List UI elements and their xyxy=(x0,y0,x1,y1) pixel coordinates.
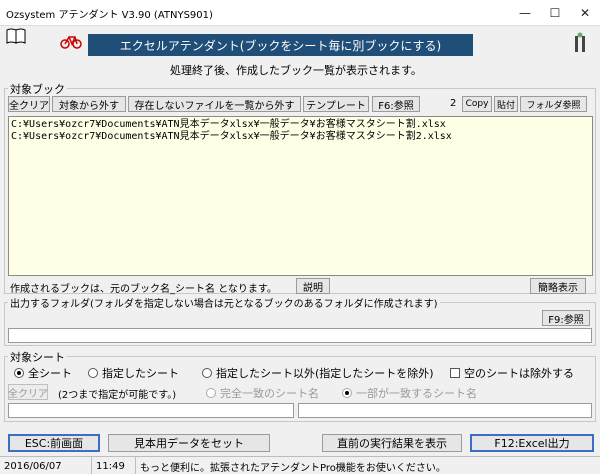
radio-partial-match[interactable]: 一部が一致するシート名 xyxy=(342,385,477,401)
status-date: 2016/06/07 xyxy=(0,457,92,474)
radio-exact-match[interactable]: 完全一致のシート名 xyxy=(206,385,319,401)
status-bar: 2016/06/07 11:49 もっと便利に。拡張されたアテンダントPro機能… xyxy=(0,456,600,474)
paste-button[interactable]: 貼付 xyxy=(494,96,518,112)
radio-except-sheets[interactable]: 指定したシート以外(指定したシートを除外) xyxy=(202,365,434,381)
close-icon: ✕ xyxy=(579,6,591,20)
target-sheet-label: 対象シート xyxy=(8,349,67,365)
sheet-name-input-1[interactable] xyxy=(8,403,294,418)
remove-target-button[interactable]: 対象から外す xyxy=(52,96,126,112)
f9-ref-button[interactable]: F9:参照 xyxy=(542,310,590,326)
radio-all-sheets-label: 全シート xyxy=(28,367,72,380)
radio-specified-dot xyxy=(88,368,98,378)
function-banner: エクセルアテンダント(ブックをシート毎に別ブックにする) xyxy=(88,34,473,56)
explain-button[interactable]: 説明 xyxy=(296,278,330,294)
exclude-empty-box xyxy=(450,368,460,378)
radio-except-dot xyxy=(202,368,212,378)
sheet-name-input-2[interactable] xyxy=(298,403,592,418)
radio-partial-dot xyxy=(342,388,352,398)
radio-exact-dot xyxy=(206,388,216,398)
radio-exact-label: 完全一致のシート名 xyxy=(220,387,319,400)
minimize-icon: — xyxy=(519,6,531,20)
set-sample-data-button[interactable]: 見本用データをセット xyxy=(108,434,270,452)
status-message: もっと便利に。拡張されたアテンダントPro機能をお使いください。 xyxy=(140,462,446,474)
radio-specified-label: 指定したシート xyxy=(102,367,179,380)
window-title: Ozsystem アテンダント V3.90 (ATNYS901) xyxy=(6,10,213,21)
figure-icon[interactable] xyxy=(572,32,588,57)
book-icon[interactable] xyxy=(6,28,26,47)
file-list[interactable]: C:¥Users¥ozcr7¥Documents¥ATN見本データxlsx¥一般… xyxy=(8,116,593,276)
title-bar: Ozsystem アテンダント V3.90 (ATNYS901) — ☐ ✕ xyxy=(0,0,600,26)
output-folder-label: 出力するフォルダ(フォルダを指定しない場合は元となるブックのあるフォルダに作成さ… xyxy=(8,295,440,310)
exclude-empty-label: 空のシートは除外する xyxy=(464,367,574,380)
template-button[interactable]: テンプレート xyxy=(303,96,369,112)
f6-ref-button[interactable]: F6:参照 xyxy=(372,96,420,112)
output-name-note: 作成されるブックは、元のブック名_シート名 となります。 xyxy=(10,284,277,295)
target-book-label: 対象ブック xyxy=(8,81,67,97)
simple-view-button[interactable]: 簡略表示 xyxy=(530,278,586,294)
sheet-hint: (2つまで指定が可能です。) xyxy=(58,390,177,401)
clear-all-button[interactable]: 全クリア xyxy=(8,96,50,112)
output-folder-input[interactable] xyxy=(8,328,592,343)
status-time: 11:49 xyxy=(92,457,136,474)
bicycle-icon[interactable] xyxy=(60,32,82,53)
folder-ref-button[interactable]: フォルダ参照 xyxy=(520,96,587,112)
file-count: 2 xyxy=(450,98,457,109)
maximize-button[interactable]: ☐ xyxy=(540,0,570,26)
close-button[interactable]: ✕ xyxy=(570,0,600,26)
copy-button[interactable]: Copy xyxy=(462,96,492,112)
radio-all-sheets-dot xyxy=(14,368,24,378)
list-item[interactable]: C:¥Users¥ozcr7¥Documents¥ATN見本データxlsx¥一般… xyxy=(11,131,590,143)
f12-excel-output-button[interactable]: F12:Excel出力 xyxy=(470,434,594,452)
radio-except-label: 指定したシート以外(指定したシートを除外) xyxy=(216,367,434,380)
esc-back-button[interactable]: ESC:前画面 xyxy=(8,434,100,452)
exclude-empty-checkbox[interactable]: 空のシートは除外する xyxy=(450,365,574,381)
banner-subtitle: 処理終了後、作成したブック一覧が表示されます。 xyxy=(170,64,422,77)
radio-specified-sheets[interactable]: 指定したシート xyxy=(88,365,179,381)
minimize-button[interactable]: — xyxy=(510,0,540,26)
show-last-result-button[interactable]: 直前の実行結果を表示 xyxy=(322,434,462,452)
radio-partial-label: 一部が一致するシート名 xyxy=(356,387,477,400)
maximize-icon: ☐ xyxy=(549,6,561,20)
remove-missing-button[interactable]: 存在しないファイルを一覧から外す xyxy=(128,96,301,112)
sheet-clear-all-button[interactable]: 全クリア xyxy=(8,384,48,400)
list-item[interactable]: C:¥Users¥ozcr7¥Documents¥ATN見本データxlsx¥一般… xyxy=(11,119,590,131)
radio-all-sheets[interactable]: 全シート xyxy=(14,365,72,381)
